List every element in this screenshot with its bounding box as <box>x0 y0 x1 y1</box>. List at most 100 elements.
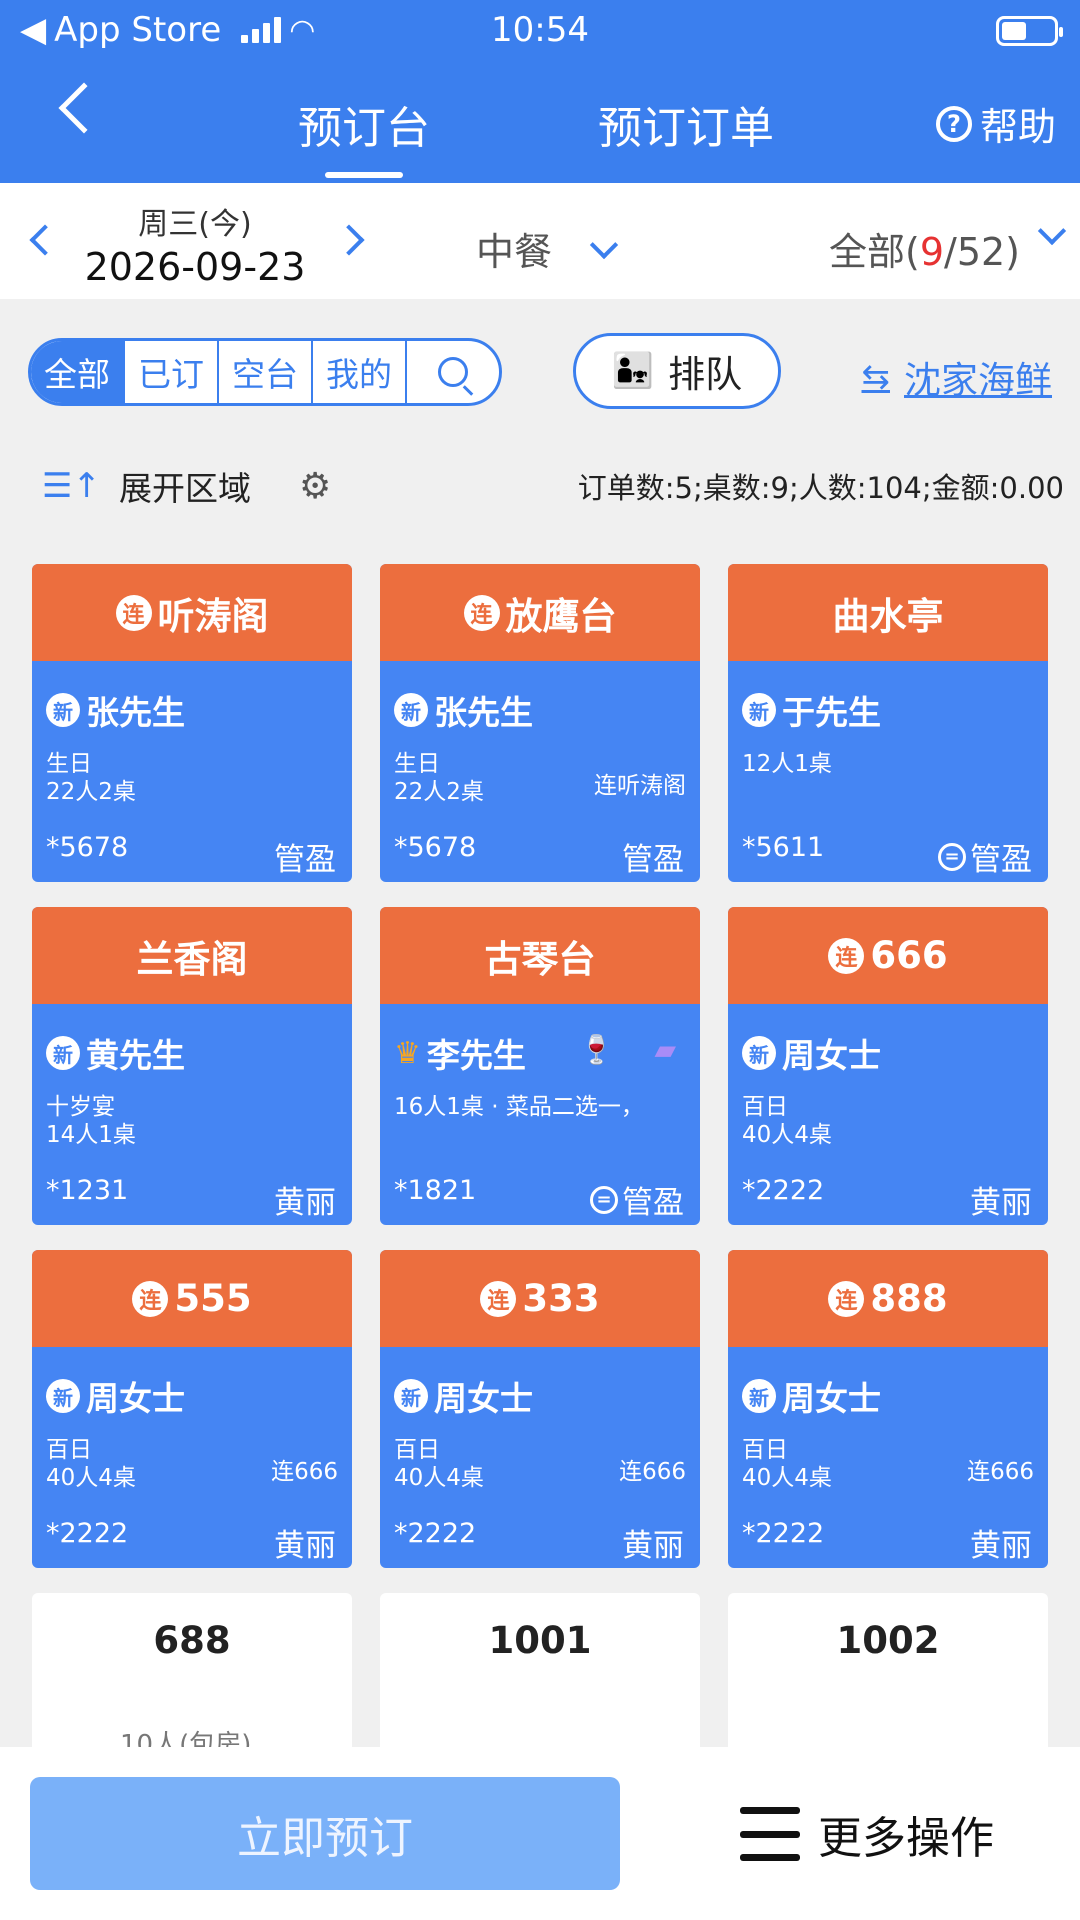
expand-label: 展开区域 <box>118 469 251 508</box>
booking-info: 百日 40人4桌 <box>46 1436 136 1492</box>
new-guest-badge-icon: 新 <box>394 1379 428 1413</box>
booking-info: 百日 40人4桌 <box>394 1436 484 1492</box>
linked-badge-icon: 连 <box>115 594 152 631</box>
table-name: 666 <box>870 934 948 977</box>
linked-note: 连666 <box>967 1459 1034 1485</box>
date-bar: 周三(今) 2026-09-23 中餐 全部(9/52) <box>0 183 1080 299</box>
table-number: 1001 <box>488 1619 592 1662</box>
manager-name: 管盈 <box>970 842 1032 878</box>
booking-info: 百日 40人4桌 <box>742 1093 832 1149</box>
table-number: 1002 <box>836 1619 940 1662</box>
header: ◀ App Store ◠ 10:54 预订台 预订订单 ? 帮助 <box>0 0 1080 183</box>
booking-info: 百日 40人4桌 <box>742 1436 832 1492</box>
gear-icon[interactable]: ⚙ <box>299 466 331 507</box>
book-now-button[interactable]: 立即预订 <box>30 1777 620 1890</box>
manager-name: 黄丽 <box>622 1528 684 1564</box>
guest-name: 周女士 <box>86 1379 185 1418</box>
table-card[interactable]: 连 333 新周女士 百日 40人4桌 连666 *2222 黄丽 <box>380 1250 700 1568</box>
guest-name: 周女士 <box>782 1036 881 1075</box>
new-guest-badge-icon: 新 <box>46 1379 80 1413</box>
linked-note: 连666 <box>271 1459 338 1485</box>
more-actions-button[interactable]: 更多操作 <box>740 1802 994 1866</box>
status-filter[interactable]: 全部(9/52) <box>829 221 1020 276</box>
segment-empty[interactable]: 空台 <box>219 341 313 403</box>
guest-name: 于先生 <box>782 693 881 732</box>
manager-name: 黄丽 <box>274 1528 336 1564</box>
phone-tail: *5611 <box>742 832 825 863</box>
phone-tail: *2222 <box>742 1175 825 1206</box>
linked-badge-icon: 连 <box>828 1280 865 1317</box>
queue-button[interactable]: 👨‍👧 排队 <box>573 333 781 409</box>
store-name: 沈家海鲜 <box>904 359 1052 402</box>
manager: 黄丽 <box>970 1520 1032 1565</box>
table-card[interactable]: 曲水亭新于先生 12人1桌 *5611 = 管盈 <box>728 564 1048 882</box>
table-name: 曲水亭 <box>832 594 944 638</box>
segment-all[interactable]: 全部 <box>31 341 125 403</box>
manager: 黄丽 <box>274 1177 336 1222</box>
guest-name: 周女士 <box>782 1379 881 1418</box>
table-name: 兰香阁 <box>136 937 248 981</box>
table-number: 688 <box>153 1619 231 1662</box>
weekday: 周三(今) <box>138 207 252 242</box>
occasion: 生日 <box>46 751 92 777</box>
guest: 新周女士 <box>394 1372 533 1420</box>
party-size: 12人1桌 <box>742 751 832 777</box>
help-button[interactable]: ? 帮助 <box>935 96 1056 151</box>
tab-booking-orders[interactable]: 预订订单 <box>598 92 774 156</box>
guest: 新周女士 <box>46 1372 185 1420</box>
manager: = 管盈 <box>938 834 1032 879</box>
table-card[interactable]: 古琴台 ♛ 李先生 🍷 ▰ 16人1桌 · 菜品二选一， *1821 = 管盈 <box>380 907 700 1225</box>
back-button[interactable] <box>58 82 110 134</box>
manager-name: 管盈 <box>622 842 684 878</box>
manager-name: 管盈 <box>622 1185 684 1221</box>
expand-area-button[interactable]: ☰↑ 展开区域 ⚙ <box>42 462 331 510</box>
store-switch[interactable]: ⇆ 沈家海鲜 <box>862 350 1053 404</box>
table-name-header: 古琴台 <box>380 907 700 1004</box>
table-name: 555 <box>174 1277 252 1320</box>
guest-name: 李先生 <box>426 1036 526 1075</box>
new-guest-badge-icon: 新 <box>46 1036 80 1070</box>
filter-chevron-down-icon[interactable] <box>1037 216 1067 246</box>
party-size: 40人4桌 <box>742 1465 832 1491</box>
filter-segments: 全部 已订 空台 我的 <box>28 338 502 406</box>
segment-booked[interactable]: 已订 <box>125 341 219 403</box>
table-name-header: 连放鹰台 <box>380 564 700 661</box>
meal-label: 中餐 <box>476 230 553 274</box>
occasion: 百日 <box>742 1437 788 1463</box>
guest: ♛ 李先生 <box>394 1029 526 1077</box>
manager-name: 管盈 <box>274 842 336 878</box>
booking-info: 生日 22人2桌 <box>394 750 484 806</box>
filter-count: 9 <box>919 230 945 274</box>
manager-name: 黄丽 <box>970 1185 1032 1221</box>
table-name-header: 曲水亭 <box>728 564 1048 661</box>
guest: 新张先生 <box>394 686 533 734</box>
date-value[interactable]: 2026-09-23 <box>0 245 390 289</box>
toolbar <box>0 299 1080 549</box>
new-guest-badge-icon: 新 <box>742 1379 776 1413</box>
phone-tail: *5678 <box>394 832 477 863</box>
table-card[interactable]: 连 666 新周女士 百日 40人4桌 *2222 黄丽 <box>728 907 1048 1225</box>
summary-stats: 订单数:5;桌数:9;人数:104;金额:0.00 <box>577 471 1064 505</box>
table-card[interactable]: 连放鹰台新张先生 生日 22人2桌 连听涛阁 *5678 管盈 <box>380 564 700 882</box>
occasion: 百日 <box>394 1437 440 1463</box>
meal-selector[interactable]: 中餐 <box>476 221 619 276</box>
search-button[interactable] <box>407 341 499 403</box>
linked-badge-icon: 连 <box>463 594 500 631</box>
crown-icon: ♛ <box>394 1035 421 1071</box>
table-card[interactable]: 连听涛阁新张先生 生日 22人2桌 *5678 管盈 <box>32 564 352 882</box>
table-card[interactable]: 连 555 新周女士 百日 40人4桌 连666 *2222 黄丽 <box>32 1250 352 1568</box>
manager: 黄丽 <box>970 1177 1032 1222</box>
table-name: 放鹰台 <box>505 594 617 638</box>
table-card[interactable]: 兰香阁新黄先生 十岁宴 14人1桌 *1231 黄丽 <box>32 907 352 1225</box>
manager: 黄丽 <box>622 1520 684 1565</box>
wine-icon: 🍷 <box>579 1033 614 1066</box>
segment-mine[interactable]: 我的 <box>313 341 407 403</box>
manager: = 管盈 <box>590 1177 684 1222</box>
tab-booking-desk[interactable]: 预订台 <box>298 92 430 156</box>
table-card[interactable]: 连 888 新周女士 百日 40人4桌 连666 *2222 黄丽 <box>728 1250 1048 1568</box>
phone-tail: *2222 <box>46 1518 129 1549</box>
manager: 管盈 <box>274 834 336 879</box>
table-name-header: 连 333 <box>380 1250 700 1347</box>
filter-prefix: 全部( <box>829 230 920 274</box>
equal-icon: = <box>938 842 966 871</box>
